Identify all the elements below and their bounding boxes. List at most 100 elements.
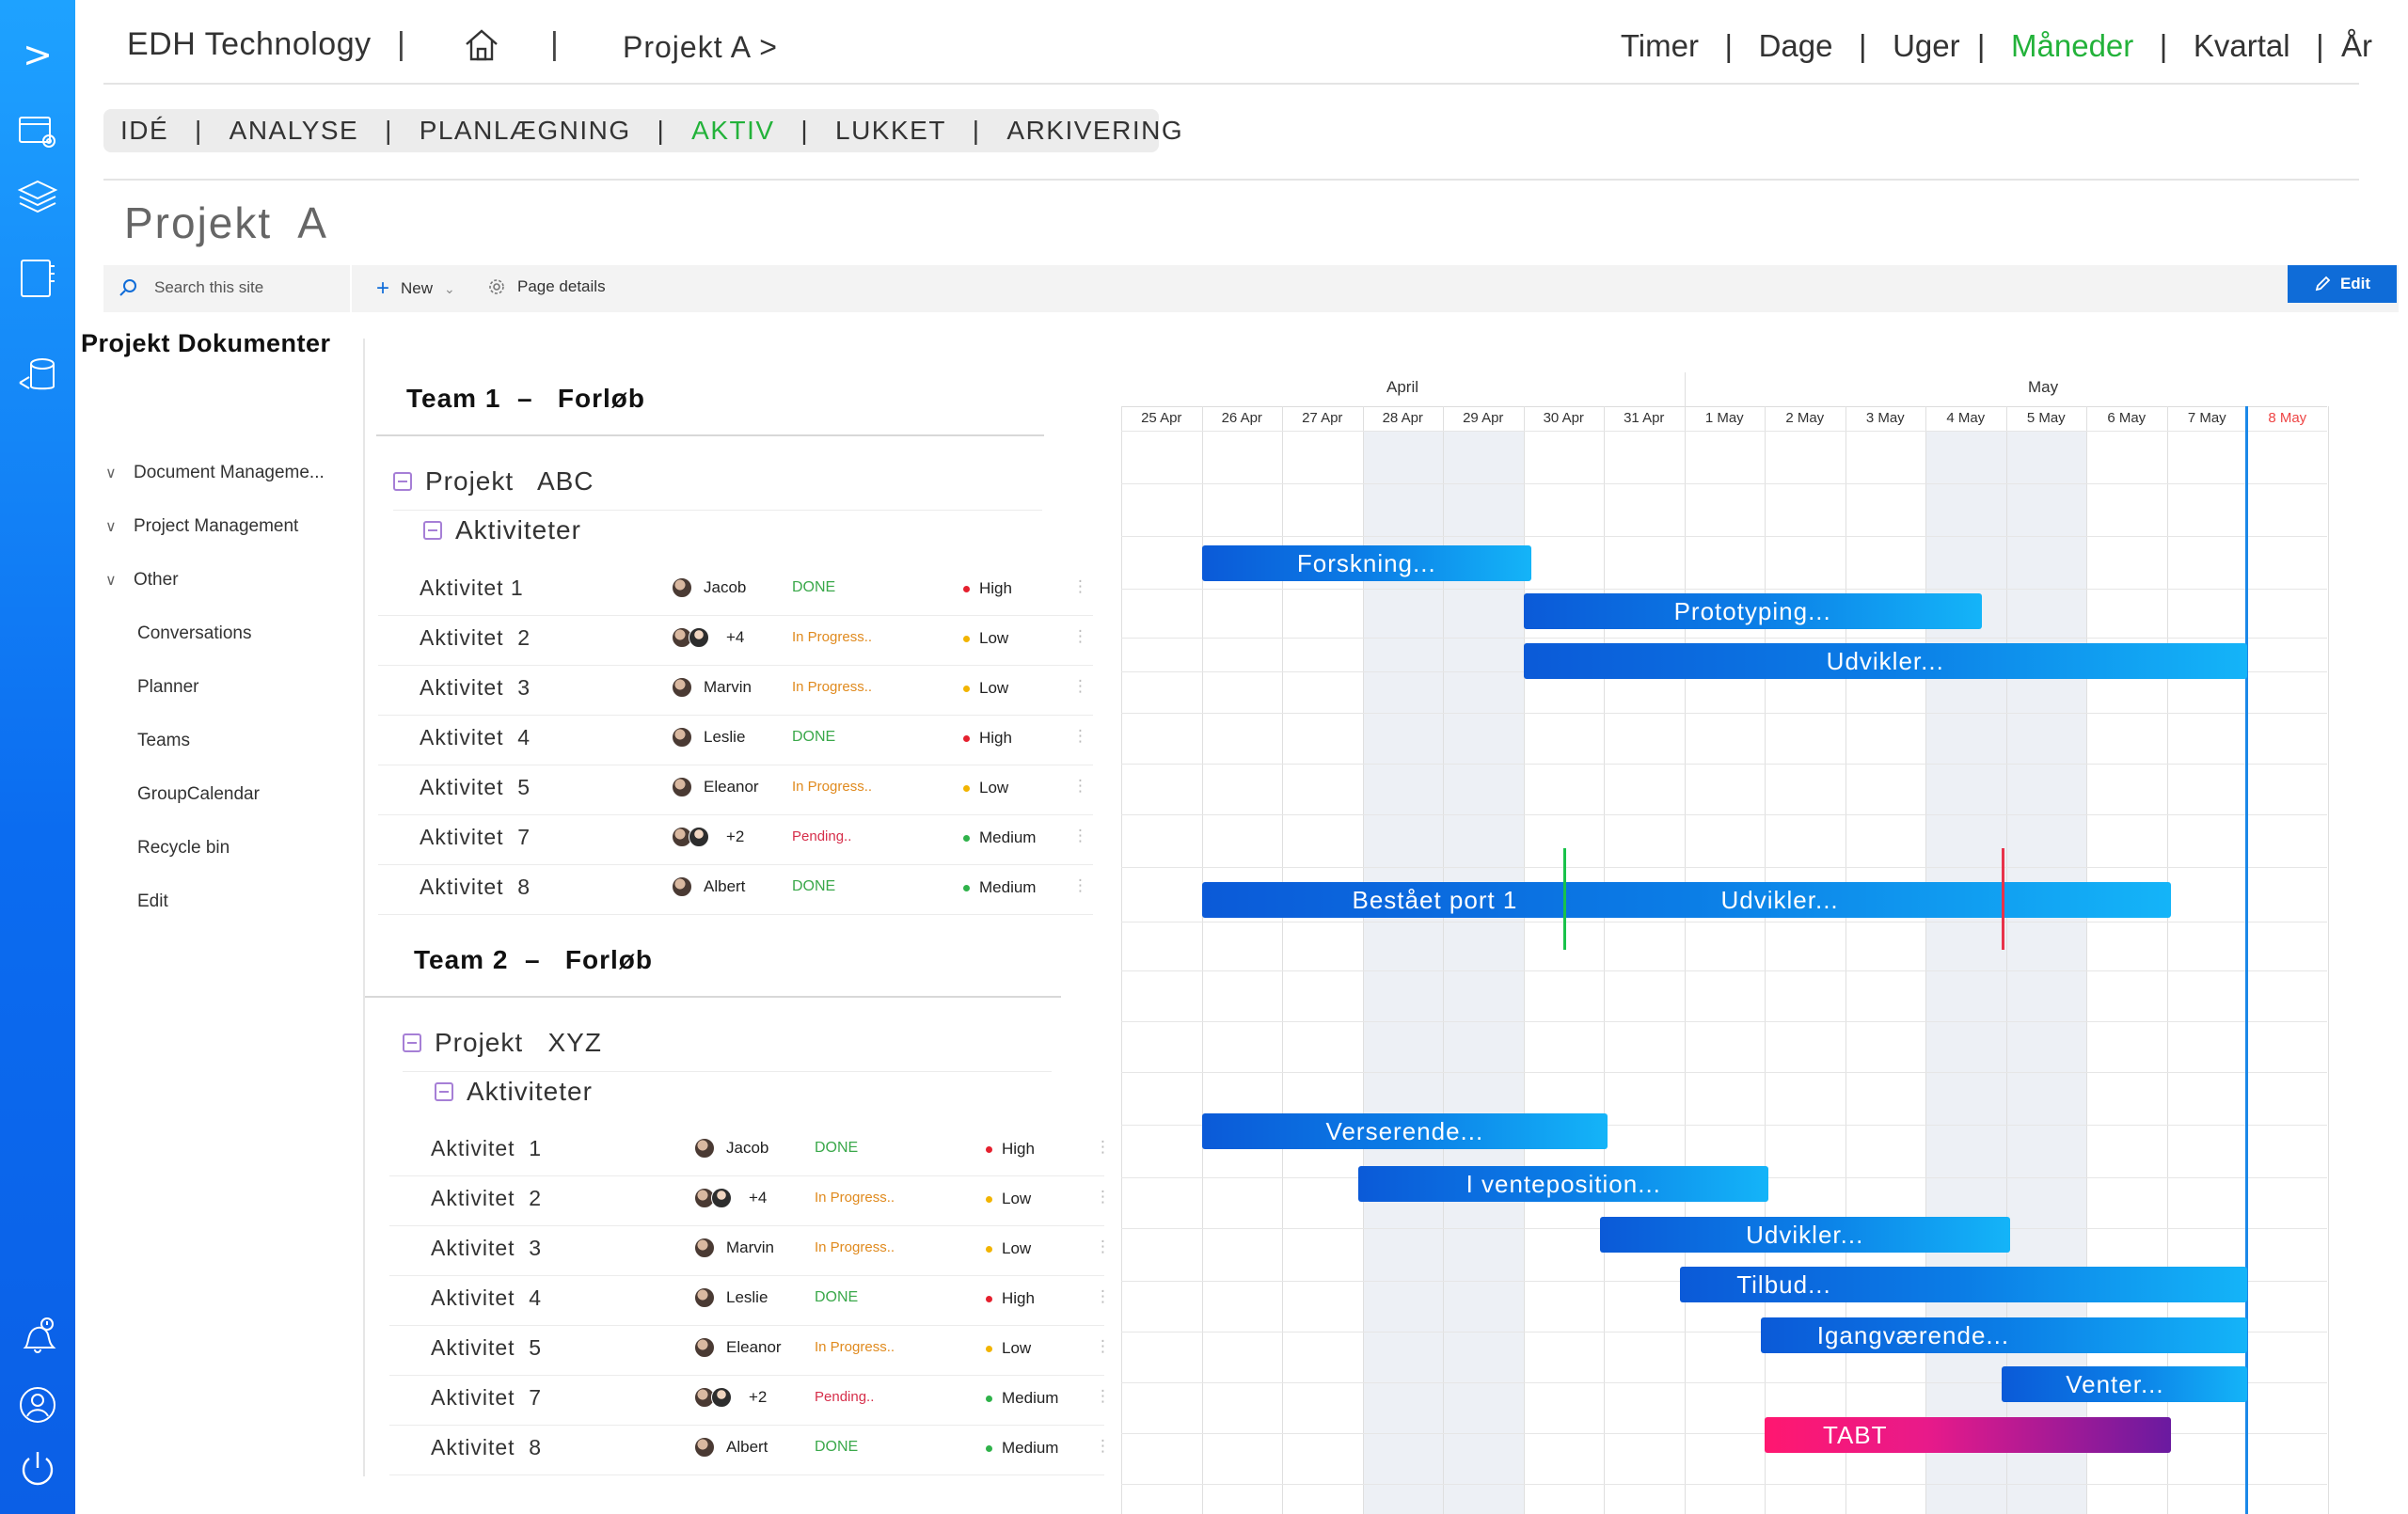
timescale-hours[interactable]: Timer (1621, 28, 1699, 64)
site-search[interactable]: Search this site (119, 278, 263, 297)
more-options-icon[interactable]: ⋮ (1072, 876, 1088, 895)
timescale-months[interactable]: Måneder (2011, 28, 2133, 64)
assignee-avatars[interactable] (672, 827, 709, 847)
chevron-down-icon[interactable]: ∨ (105, 464, 134, 482)
more-options-icon[interactable]: ⋮ (1072, 727, 1088, 746)
notebook-icon[interactable] (13, 254, 62, 303)
activity-row[interactable]: Aktivitet 1 Jacob DONE High ⋮ (389, 1127, 1114, 1175)
docnav-item[interactable]: GroupCalendar (137, 784, 260, 805)
assignee-avatars[interactable] (694, 1387, 732, 1408)
gantt-bar[interactable]: Venter... (2002, 1366, 2247, 1402)
group-row[interactable]: Aktiviteter (423, 515, 581, 545)
activity-row[interactable]: Aktivitet 2 +4 In Progress.. Low ⋮ (389, 1176, 1114, 1225)
more-options-icon[interactable]: ⋮ (1095, 1188, 1111, 1206)
more-options-icon[interactable]: ⋮ (1072, 777, 1088, 796)
stage-idea[interactable]: IDÉ (120, 116, 168, 146)
stage-planning[interactable]: PLANLÆGNING (420, 116, 631, 146)
assignee-avatars[interactable] (672, 876, 692, 897)
activity-row[interactable]: Aktivitet 7 +2 Pending.. Medium ⋮ (378, 815, 1102, 864)
activity-row[interactable]: Aktivitet 5 Eleanor In Progress.. Low ⋮ (378, 765, 1102, 814)
docnav-item[interactable]: Recycle bin (137, 838, 230, 859)
activity-row[interactable]: Aktivitet 4 Leslie DONE High ⋮ (389, 1276, 1114, 1325)
docnav-item[interactable]: ∨ Other (105, 570, 179, 591)
power-icon[interactable] (13, 1444, 62, 1493)
assignee-avatars[interactable] (672, 727, 692, 748)
collapse-icon[interactable] (435, 1082, 453, 1101)
more-options-icon[interactable]: ⋮ (1072, 577, 1088, 596)
gantt-bar[interactable]: Igangværende... (1760, 1317, 2247, 1353)
bell-alert-icon[interactable] (13, 1313, 62, 1362)
brand-name[interactable]: EDH Technology (127, 26, 372, 63)
docnav-item[interactable]: Conversations (137, 623, 251, 644)
activity-row[interactable]: Aktivitet 1 Jacob DONE High ⋮ (378, 566, 1102, 615)
activity-row[interactable]: Aktivitet 8 Albert DONE Medium ⋮ (389, 1426, 1114, 1475)
more-options-icon[interactable]: ⋮ (1095, 1337, 1111, 1356)
assignee-avatars[interactable] (694, 1337, 715, 1358)
timescale-weeks[interactable]: Uger (1893, 28, 1960, 64)
activity-row[interactable]: Aktivitet 3 Marvin In Progress.. Low ⋮ (389, 1226, 1114, 1275)
page-details-button[interactable]: Page details (487, 277, 606, 296)
stage-analysis[interactable]: ANALYSE (230, 116, 359, 146)
assignee-avatars[interactable] (672, 677, 692, 698)
docnav-item[interactable]: ∨ Project Management (105, 516, 298, 537)
timescale-days[interactable]: Dage (1759, 28, 1833, 64)
activity-row[interactable]: Aktivitet 2 +4 In Progress.. Low ⋮ (378, 616, 1102, 665)
gantt-bar[interactable]: Verserende... (1201, 1113, 1608, 1149)
gantt-bar[interactable]: Udvikler... (1523, 643, 2247, 679)
assignee-avatars[interactable] (672, 777, 692, 797)
more-options-icon[interactable]: ⋮ (1072, 627, 1088, 646)
assignee-avatars[interactable] (694, 1287, 715, 1308)
more-options-icon[interactable]: ⋮ (1095, 1437, 1111, 1456)
new-button[interactable]: + New ⌄ (376, 277, 455, 300)
more-options-icon[interactable]: ⋮ (1072, 827, 1088, 845)
docnav-item[interactable]: Planner (137, 677, 199, 698)
chevron-down-icon[interactable]: ∨ (105, 517, 134, 536)
docnav-item[interactable]: Teams (137, 731, 190, 751)
layers-icon[interactable] (13, 173, 62, 222)
more-options-icon[interactable]: ⋮ (1095, 1387, 1111, 1406)
activity-row[interactable]: Aktivitet 3 Marvin In Progress.. Low ⋮ (378, 666, 1102, 715)
docnav-item[interactable]: Edit (137, 891, 168, 912)
activity-row[interactable]: Aktivitet 4 Leslie DONE High ⋮ (378, 716, 1102, 765)
assignee-avatars[interactable] (672, 577, 692, 598)
more-options-icon[interactable]: ⋮ (1095, 1287, 1111, 1306)
activity-row[interactable]: Aktivitet 8 Albert DONE Medium ⋮ (378, 865, 1102, 914)
assignee-avatars[interactable] (694, 1138, 715, 1159)
assignee-avatars[interactable] (672, 627, 709, 648)
stage-active[interactable]: AKTIV (691, 116, 774, 146)
breadcrumb[interactable]: Projekt A > (623, 30, 778, 65)
calendar-settings-icon[interactable] (13, 107, 62, 156)
assignee-avatars[interactable] (694, 1437, 715, 1458)
home-icon[interactable] (461, 24, 502, 66)
gantt-bar[interactable]: Bestået port 1 Udvikler... (1201, 882, 2171, 918)
collapse-icon[interactable] (403, 1033, 421, 1052)
collapse-icon[interactable] (423, 521, 442, 540)
assignee-avatars[interactable] (694, 1188, 732, 1208)
project-row[interactable]: Projekt XYZ (403, 1028, 602, 1058)
gantt-bar[interactable]: Tilbud... (1680, 1267, 2247, 1302)
gantt-bar[interactable]: TABT (1765, 1417, 2171, 1453)
project-row[interactable]: Projekt ABC (393, 466, 594, 497)
activity-row[interactable]: Aktivitet 7 +2 Pending.. Medium ⋮ (389, 1376, 1114, 1425)
edit-button[interactable]: Edit (2288, 265, 2397, 303)
gantt-bar[interactable]: Forskning... (1201, 545, 1532, 581)
chevron-right-icon[interactable]: > (13, 30, 62, 79)
user-icon[interactable] (13, 1380, 62, 1429)
more-options-icon[interactable]: ⋮ (1095, 1238, 1111, 1256)
group-row[interactable]: Aktiviteter (435, 1077, 593, 1107)
more-options-icon[interactable]: ⋮ (1095, 1138, 1111, 1157)
collapse-icon[interactable] (393, 472, 412, 491)
activity-row[interactable]: Aktivitet 5 Eleanor In Progress.. Low ⋮ (389, 1326, 1114, 1375)
database-share-icon[interactable] (13, 352, 62, 401)
stage-closed[interactable]: LUKKET (835, 116, 946, 146)
assignee-avatars[interactable] (694, 1238, 715, 1258)
gantt-bar[interactable]: Prototyping... (1523, 593, 1982, 629)
timescale-quarter[interactable]: Kvartal (2194, 28, 2290, 64)
chevron-down-icon[interactable]: ∨ (105, 571, 134, 590)
gantt-bar[interactable]: I venteposition... (1358, 1166, 1769, 1202)
more-options-icon[interactable]: ⋮ (1072, 677, 1088, 696)
gantt-bar[interactable]: Udvikler... (1599, 1217, 2010, 1253)
timescale-year[interactable]: År (2341, 28, 2372, 64)
docnav-item[interactable]: ∨ Document Manageme... (105, 463, 325, 483)
stage-archiving[interactable]: ARKIVERING (1006, 116, 1183, 146)
